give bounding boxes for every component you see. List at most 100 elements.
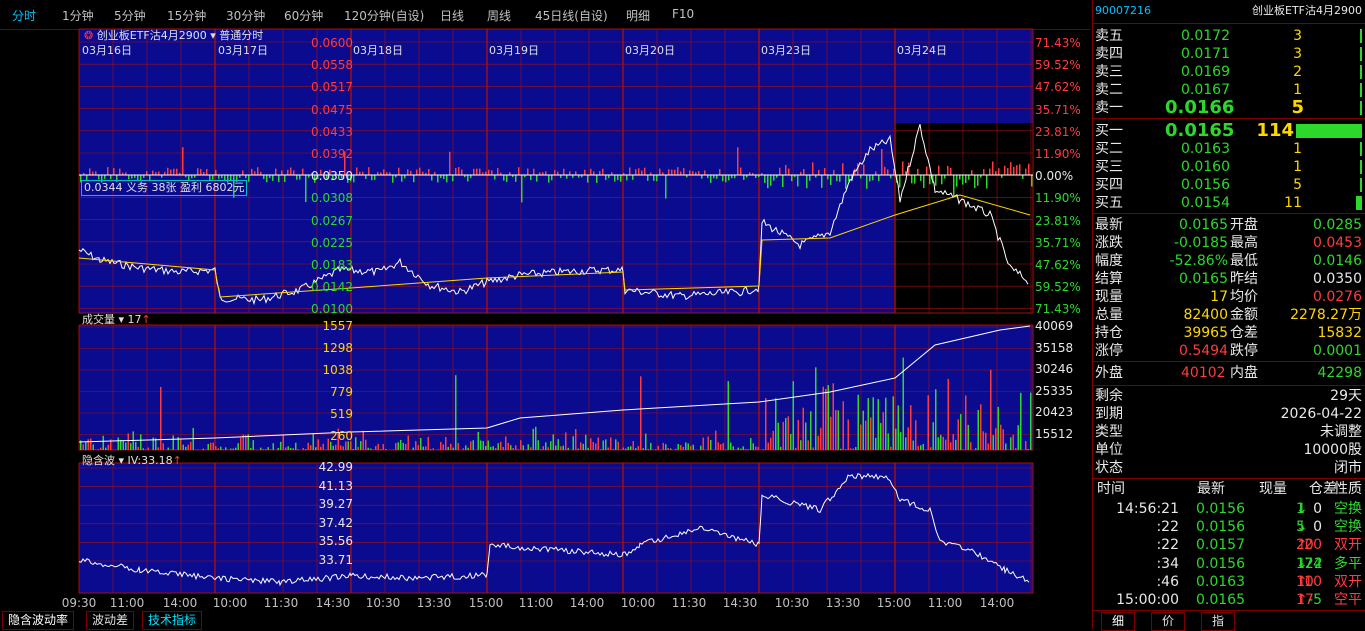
tick-time: 14:56:21	[1116, 500, 1179, 518]
bid-price: 0.0163	[1181, 140, 1230, 158]
volume-bar	[630, 446, 632, 450]
pct-axis-label: 35.71%	[1035, 103, 1081, 117]
time-axis-label: 15:00	[469, 596, 504, 610]
bid-label: 买三	[1095, 158, 1123, 176]
volume-bar	[135, 442, 137, 450]
stat-value: 0.0276	[1313, 288, 1362, 306]
tab-implied-volatility[interactable]: 隐含波动率	[2, 611, 74, 630]
inner-value: 42298	[1317, 364, 1362, 382]
volume-bar	[645, 434, 647, 450]
ask-volume: 3	[1293, 45, 1302, 63]
price-axis-label: 0.0308	[311, 191, 353, 205]
volume-bar	[548, 447, 550, 450]
stat-label: 最低	[1230, 252, 1258, 270]
chevron-down-icon[interactable]: ▾	[207, 29, 220, 42]
change-tick	[95, 171, 97, 175]
volume-bar	[283, 435, 285, 450]
contract-select[interactable]: 创业板ETF沽4月2900	[97, 29, 207, 42]
change-tick	[146, 171, 148, 175]
ask-volume-bar	[1360, 101, 1362, 115]
price-axis-label: 0.0558	[311, 58, 353, 72]
volume-bar	[690, 446, 692, 450]
change-tick	[599, 171, 601, 175]
volume-bar	[700, 446, 702, 450]
volume-bar	[295, 443, 297, 450]
volume-bar	[355, 437, 357, 450]
bid-row[interactable]: 买三 0.0160 1	[1093, 158, 1365, 176]
bid-row[interactable]: 买五 0.0154 11	[1093, 194, 1365, 212]
price-axis-label: 0.0475	[311, 103, 353, 117]
volume-bar	[958, 419, 960, 450]
pct-axis-label: 35.71%	[1035, 236, 1081, 250]
volume-bar	[823, 387, 825, 450]
date-label: 03月24日	[897, 42, 947, 58]
ask-row[interactable]: 卖四 0.0171 3	[1093, 45, 1365, 63]
volume-bar	[940, 435, 942, 450]
change-tick	[551, 175, 553, 180]
volume-bar	[428, 437, 430, 450]
change-tick	[374, 175, 376, 180]
stat-value: 0.0165	[1179, 270, 1228, 288]
pct-axis-label: 0.00%	[1035, 169, 1073, 183]
change-tick	[641, 171, 643, 175]
volume-bar	[268, 447, 270, 450]
volume-bar	[753, 443, 755, 450]
time-axis-label: 09:30	[62, 596, 97, 610]
chevron-down-icon[interactable]: ▾	[115, 454, 128, 467]
time-axis-label: 14:30	[723, 596, 758, 610]
tick-row: 15:00:00 0.0165 17↑ -5 空平	[1093, 591, 1365, 609]
volume-bar	[263, 449, 265, 450]
volume-bar	[550, 441, 552, 450]
tick-oi-change: -74	[1299, 555, 1322, 573]
change-tick	[836, 175, 838, 181]
volume-bar	[358, 447, 360, 450]
change-tick	[986, 175, 988, 188]
volume-bar	[790, 434, 792, 450]
bid-row[interactable]: 买四 0.0156 5	[1093, 176, 1365, 194]
stat-label: 金额	[1230, 306, 1258, 324]
bid-row[interactable]: 买一 0.0165 114	[1093, 122, 1365, 140]
volume-bar	[833, 383, 835, 450]
iv-value: IV:33.18	[128, 454, 173, 467]
tick-time: :22	[1156, 536, 1179, 554]
volume-bar	[203, 449, 205, 450]
tick-nature: 空平	[1334, 591, 1362, 609]
tab-technical-indicators[interactable]: 技术指标	[142, 611, 202, 630]
tab-volatility-spread[interactable]: 波动差	[86, 611, 134, 630]
chevron-down-icon[interactable]: ▾	[115, 313, 128, 326]
tick-row: :22 0.0157 20↑ 20 双开	[1093, 536, 1365, 554]
ask-row[interactable]: 卖一 0.0166 5	[1093, 99, 1365, 117]
change-tick	[530, 175, 532, 180]
volume-bar	[680, 445, 682, 450]
volume-bar	[120, 440, 122, 450]
tab-price[interactable]: 价	[1151, 612, 1185, 631]
tick-oi-change: 0	[1313, 518, 1322, 536]
chart-mode[interactable]: 普通分时	[219, 29, 263, 42]
bid-row[interactable]: 买二 0.0163 1	[1093, 140, 1365, 158]
tab-index[interactable]: 指	[1201, 612, 1235, 631]
iv-label[interactable]: 隐含波	[82, 454, 115, 467]
volume-bar	[988, 443, 990, 450]
volume-bar	[1020, 393, 1022, 450]
volume-bar	[493, 446, 495, 450]
volume-bar	[403, 443, 405, 450]
volume-bar	[890, 447, 892, 450]
time-axis-label: 11:30	[672, 596, 707, 610]
volume-bar	[855, 447, 857, 450]
tab-ticks[interactable]: 细	[1101, 612, 1135, 631]
volume-bar	[303, 448, 305, 450]
volume-panel-bg	[79, 325, 1033, 450]
ask-row[interactable]: 卖三 0.0169 2	[1093, 63, 1365, 81]
volume-label[interactable]: 成交量	[82, 313, 115, 326]
quote-header: 90007216 创业板ETF沽4月2900	[1093, 4, 1365, 18]
volume-bar	[230, 449, 232, 450]
ask-row[interactable]: 卖五 0.0172 3	[1093, 27, 1365, 45]
volume-bar	[140, 434, 142, 450]
volume-bar	[880, 423, 882, 450]
volume-bar	[693, 445, 695, 450]
ask-label: 卖二	[1095, 81, 1123, 99]
change-tick	[128, 175, 130, 179]
volume-bar	[605, 439, 607, 450]
volume-bar	[425, 446, 427, 450]
stat-value: 0.0165	[1179, 216, 1228, 234]
